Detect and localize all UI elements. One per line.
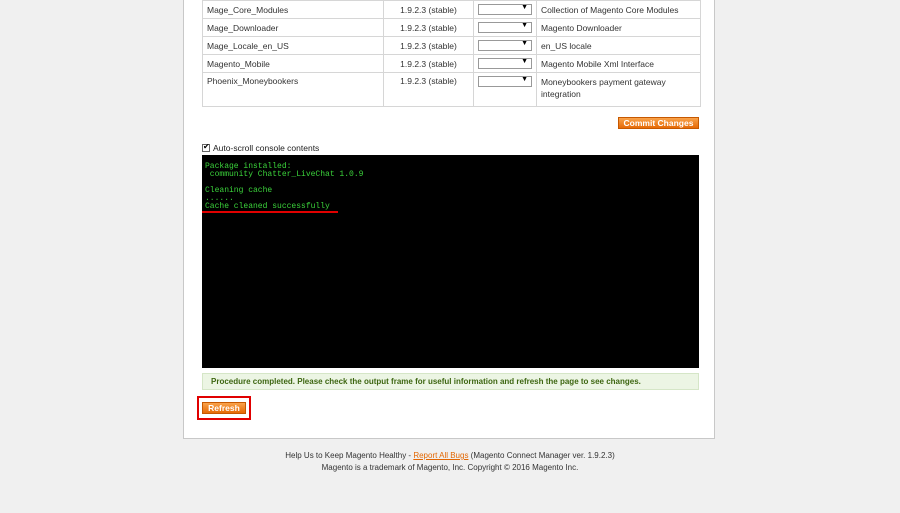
action-cell: ▼ (473, 36, 537, 55)
package-name: Magento_Mobile (202, 54, 384, 73)
checkmark-icon: ✔ (203, 142, 210, 151)
action-cell: ▼ (473, 0, 537, 19)
footer-text: Help Us to Keep Magento Healthy - (285, 451, 414, 460)
action-cell: ▼ (473, 72, 537, 107)
package-description: Moneybookers payment gateway integration (536, 72, 701, 107)
package-version: 1.9.2.3 (stable) (383, 54, 474, 73)
package-version: 1.9.2.3 (stable) (383, 0, 474, 19)
package-name: Mage_Locale_en_US (202, 36, 384, 55)
commit-changes-button[interactable]: Commit Changes (618, 117, 699, 129)
chevron-down-icon: ▼ (521, 58, 528, 65)
action-select[interactable]: ▼ (478, 4, 532, 15)
chevron-down-icon: ▼ (521, 4, 528, 11)
footer-line-1: Help Us to Keep Magento Healthy - Report… (0, 450, 900, 462)
package-name: Mage_Downloader (202, 18, 384, 37)
action-cell: ▼ (473, 18, 537, 37)
footer-copyright: Magento is a trademark of Magento, Inc. … (321, 463, 579, 472)
table-row: Phoenix_Moneybookers 1.9.2.3 (stable) ▼ … (202, 72, 701, 107)
package-name: Phoenix_Moneybookers (202, 72, 384, 107)
footer: Help Us to Keep Magento Healthy - Report… (0, 450, 900, 474)
package-description: Magento Mobile Xml Interface (536, 54, 701, 73)
action-cell: ▼ (473, 54, 537, 73)
action-select[interactable]: ▼ (478, 40, 532, 51)
table-row: Magento_Mobile 1.9.2.3 (stable) ▼ Magent… (202, 54, 701, 73)
console-line: Cache cleaned successfully (205, 202, 330, 211)
package-name: Mage_Core_Modules (202, 0, 384, 19)
package-version: 1.9.2.3 (stable) (383, 36, 474, 55)
table-row: Mage_Downloader 1.9.2.3 (stable) ▼ Magen… (202, 18, 701, 37)
package-description: en_US locale (536, 36, 701, 55)
table-row: Mage_Locale_en_US 1.9.2.3 (stable) ▼ en_… (202, 36, 701, 55)
report-bugs-link[interactable]: Report All Bugs (413, 451, 468, 460)
package-version: 1.9.2.3 (stable) (383, 18, 474, 37)
chevron-down-icon: ▼ (521, 22, 528, 29)
footer-version: (Magento Connect Manager ver. 1.9.2.3) (468, 451, 615, 460)
console-output[interactable]: Package installed: community Chatter_Liv… (202, 155, 699, 368)
autoscroll-label: Auto-scroll console contents (213, 143, 320, 153)
package-version: 1.9.2.3 (stable) (383, 72, 474, 107)
chevron-down-icon: ▼ (521, 40, 528, 47)
action-select[interactable]: ▼ (478, 58, 532, 69)
highlight-underline (202, 211, 338, 213)
action-select[interactable]: ▼ (478, 22, 532, 33)
refresh-button[interactable]: Refresh (202, 402, 246, 414)
success-notice: Procedure completed. Please check the ou… (202, 373, 699, 390)
connect-manager-panel: Mage_Core_Modules 1.9.2.3 (stable) ▼ Col… (183, 0, 715, 439)
action-select[interactable]: ▼ (478, 76, 532, 87)
package-description: Collection of Magento Core Modules (536, 0, 701, 19)
table-row: Mage_Core_Modules 1.9.2.3 (stable) ▼ Col… (202, 0, 701, 19)
console-line: Cleaning cache (205, 186, 273, 195)
chevron-down-icon: ▼ (521, 76, 528, 83)
console-line: community Chatter_LiveChat 1.0.9 (205, 170, 364, 179)
autoscroll-option: ✔ Auto-scroll console contents (202, 142, 319, 154)
packages-table: Mage_Core_Modules 1.9.2.3 (stable) ▼ Col… (202, 0, 701, 107)
autoscroll-checkbox[interactable]: ✔ (202, 142, 210, 152)
package-description: Magento Downloader (536, 18, 701, 37)
